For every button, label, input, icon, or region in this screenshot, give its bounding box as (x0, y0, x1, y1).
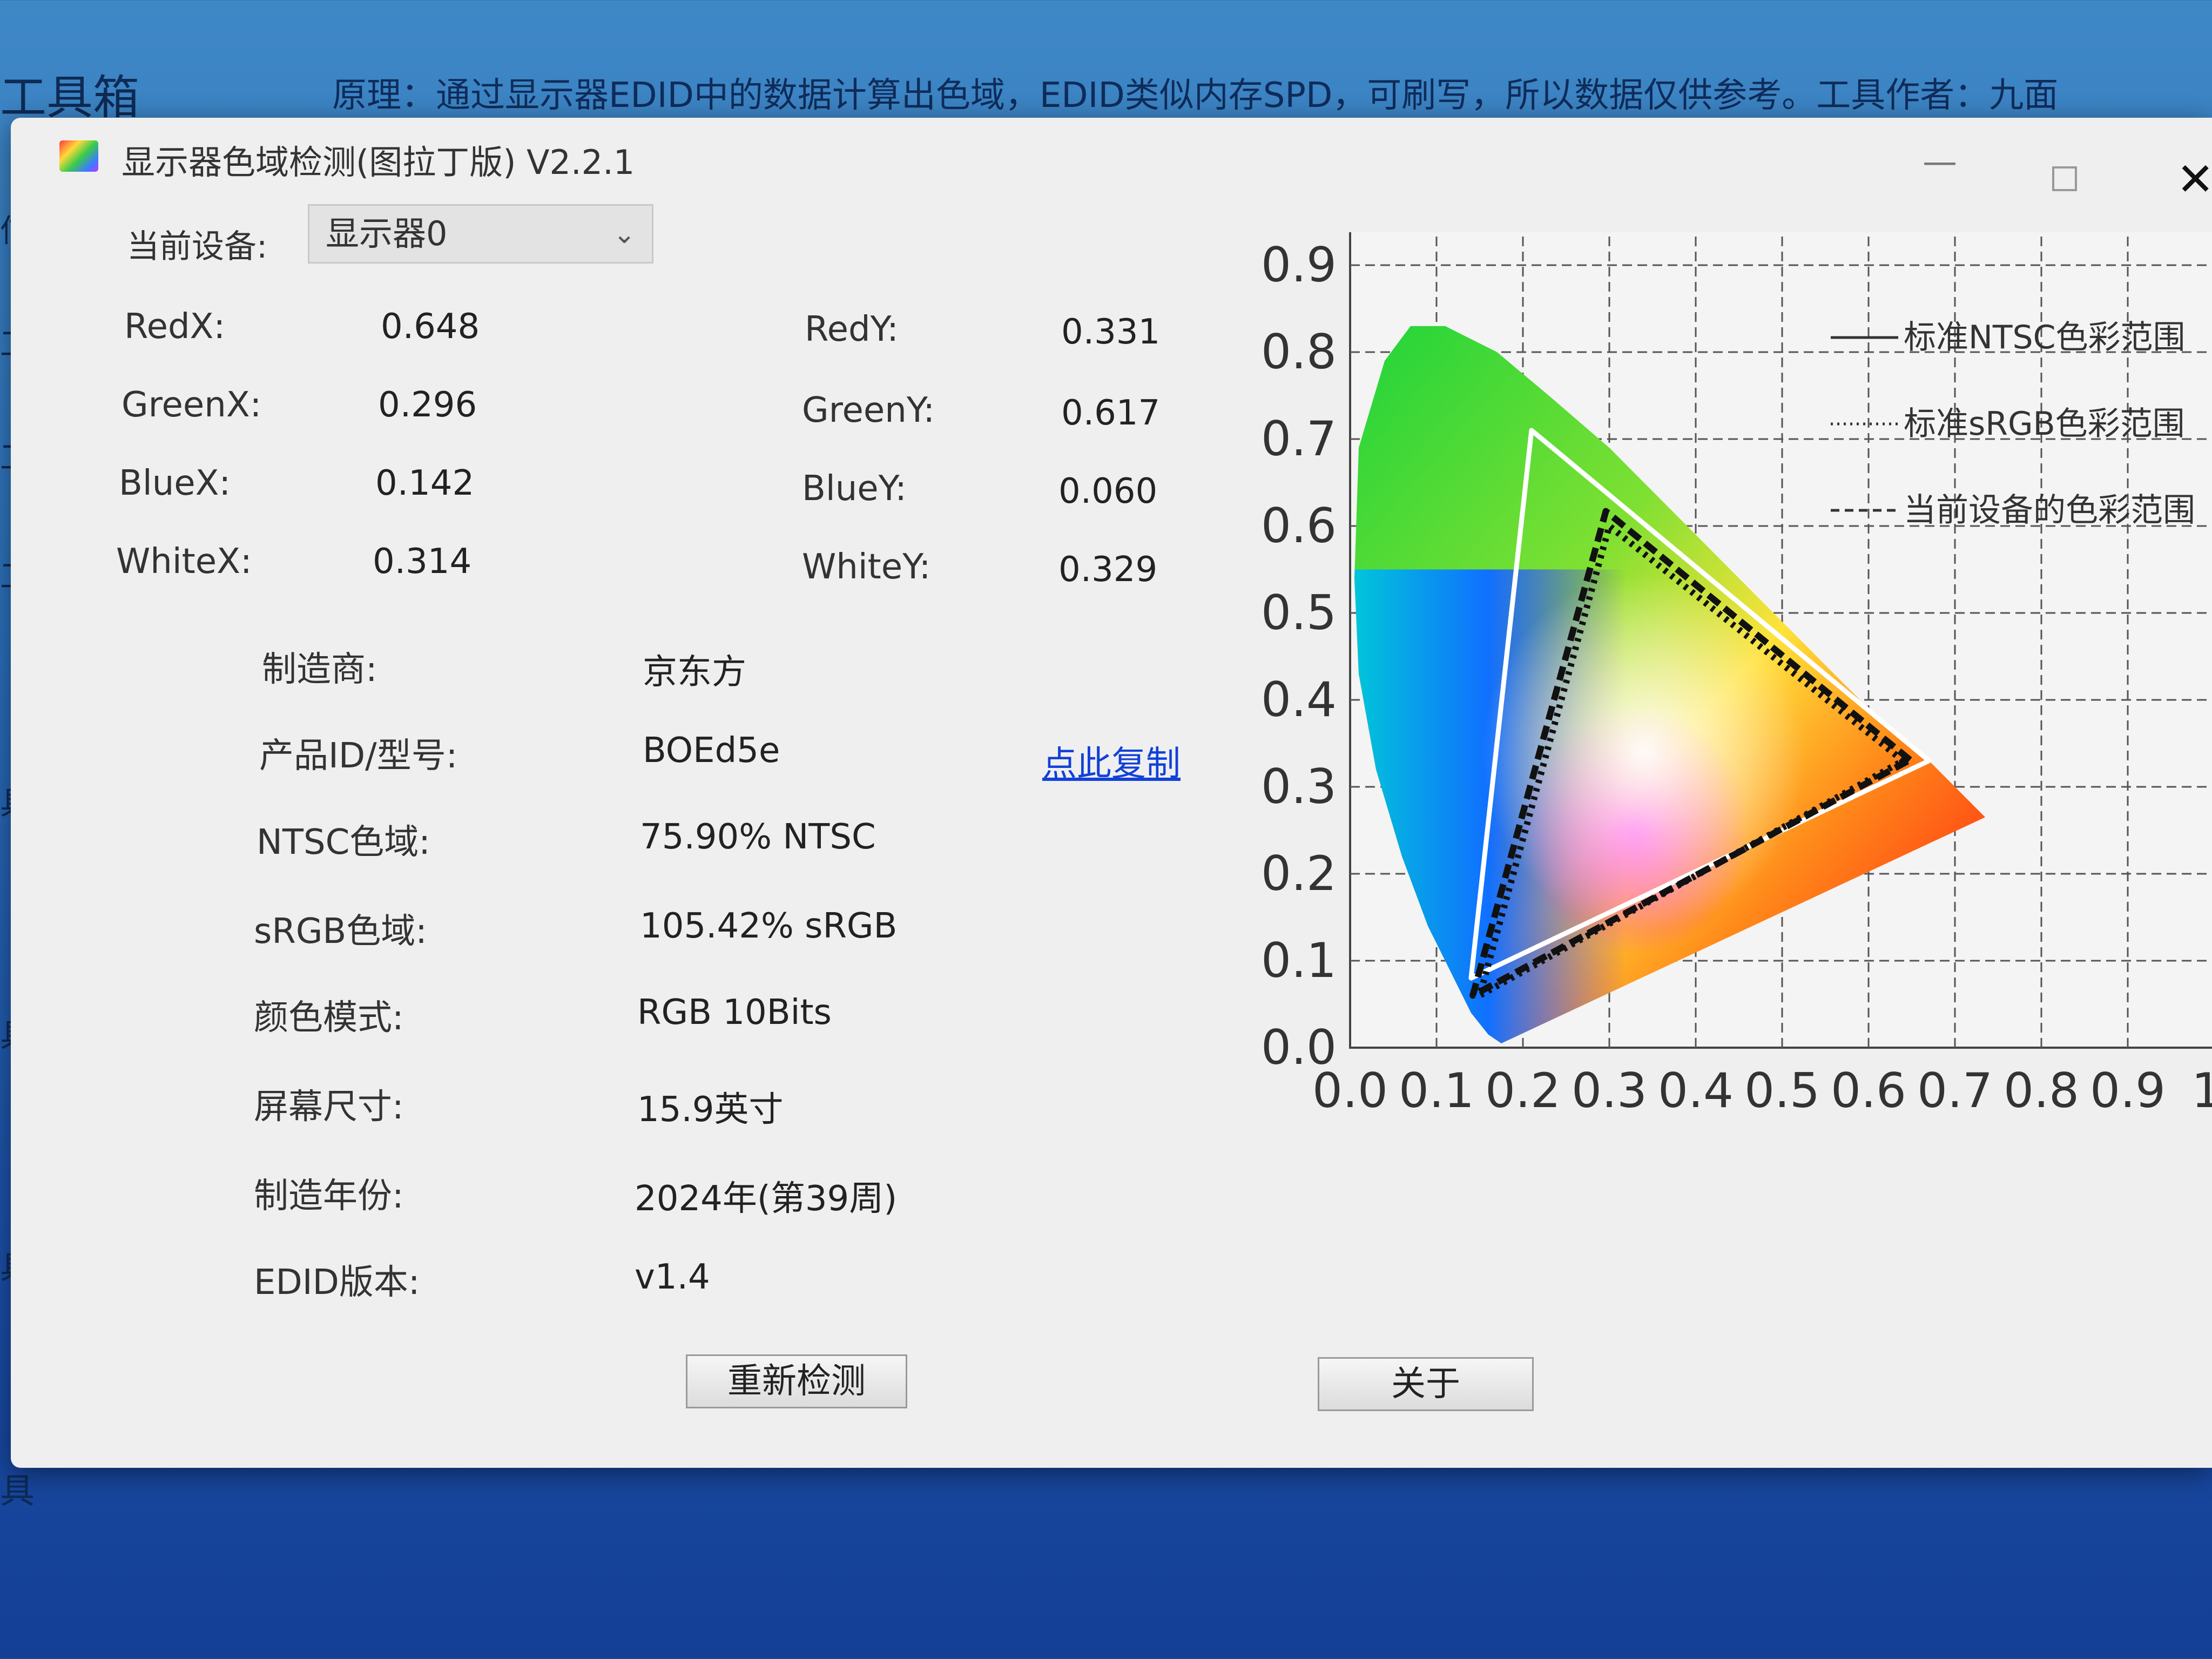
y-tick-label: 0.1 (1261, 933, 1337, 988)
background-app-title: 工具箱 (0, 71, 139, 125)
y-tick-label: 0.7 (1261, 411, 1337, 467)
info-value: BOEd5e (643, 731, 780, 771)
info-label: 制造商: (262, 650, 377, 690)
app-icon (59, 140, 98, 172)
coord-value: 0.648 (381, 307, 480, 347)
info-value: 105.42% sRGB (640, 906, 898, 946)
coord-value: 0.329 (1058, 550, 1158, 590)
y-tick-label: 0.9 (1261, 237, 1337, 293)
coord-value: 0.331 (1061, 312, 1161, 352)
x-tick-label: 0.3 (1572, 1063, 1647, 1118)
info-label: EDID版本: (254, 1263, 420, 1303)
coord-value: 0.314 (373, 542, 472, 582)
info-value: 2024年(第39周) (635, 1179, 898, 1219)
x-tick-label: 0.9 (2090, 1063, 2166, 1118)
background-bottom-fragment: 具 (0, 1472, 35, 1512)
info-value: v1.4 (635, 1257, 710, 1297)
device-select[interactable]: 显示器0 ⌄ (308, 204, 653, 264)
y-tick-label: 0.8 (1261, 324, 1337, 380)
x-tick-label: 0.6 (1831, 1063, 1906, 1118)
about-button[interactable]: 关于 (1318, 1357, 1534, 1411)
x-tick-label: 0.8 (2004, 1063, 2079, 1118)
device-label: 当前设备: (127, 228, 268, 266)
device-select-value: 显示器0 (326, 214, 448, 253)
x-tick-label: 0.4 (1658, 1063, 1734, 1118)
x-tick-label: 0.2 (1485, 1063, 1561, 1118)
legend-label: 标准sRGB色彩范围 (1904, 405, 2185, 443)
coord-value: 0.296 (378, 385, 477, 425)
info-value: 京东方 (643, 652, 746, 692)
close-button[interactable]: ✕ (2176, 157, 2212, 202)
locus-white-point-glow (1482, 574, 1806, 930)
chevron-down-icon: ⌄ (613, 218, 636, 249)
info-label: 屏幕尺寸: (254, 1087, 404, 1127)
y-tick-label: 0.2 (1261, 846, 1337, 901)
coord-label: WhiteX: (116, 542, 252, 582)
title-bar[interactable]: 显示器色域检测(图拉丁版) V2.2.1 — ✕ (11, 118, 2212, 202)
y-tick-label: 0.3 (1261, 759, 1337, 814)
x-tick-label: 0.5 (1744, 1063, 1820, 1118)
maximize-button[interactable] (2052, 166, 2077, 191)
legend-label: 标准NTSC色彩范围 (1904, 319, 2186, 356)
chromaticity-chart: 0.00.10.20.30.40.50.60.70.80.91.0.00.10.… (1261, 232, 2212, 1118)
info-value: 15.9英寸 (637, 1090, 784, 1130)
x-tick-label: 0.1 (1399, 1063, 1474, 1118)
info-label: sRGB色域: (254, 912, 427, 952)
coord-label: GreenY: (802, 390, 935, 430)
minimize-button[interactable]: — (1923, 145, 1957, 179)
coord-label: WhiteY: (802, 547, 931, 587)
coord-label: RedY: (805, 309, 899, 349)
coord-label: RedX: (124, 307, 225, 347)
info-label: NTSC色域: (257, 822, 430, 862)
coord-label: BlueY: (802, 469, 907, 509)
window-title: 显示器色域检测(图拉丁版) V2.2.1 (122, 143, 635, 182)
legend-label: 当前设备的色彩范围 (1904, 491, 2195, 529)
coord-value: 0.060 (1058, 471, 1158, 511)
x-tick-label: 1. (2191, 1063, 2212, 1118)
y-tick-label: 0.4 (1261, 672, 1337, 727)
y-tick-label: 0.5 (1261, 585, 1337, 640)
coord-value: 0.142 (375, 463, 475, 503)
coord-value: 0.617 (1061, 393, 1161, 433)
info-value: RGB 10Bits (637, 993, 832, 1033)
info-label: 制造年份: (254, 1176, 404, 1216)
info-value: 75.90% NTSC (640, 817, 876, 857)
info-label: 产品ID/型号: (259, 736, 458, 776)
info-label: 颜色模式: (254, 998, 404, 1038)
y-tick-label: 0.6 (1261, 498, 1337, 554)
redetect-button[interactable]: 重新检测 (686, 1354, 907, 1408)
coord-label: BlueX: (119, 463, 231, 503)
coord-label: GreenX: (122, 385, 262, 425)
background-note: 原理：通过显示器EDID中的数据计算出色域，EDID类似内存SPD，可刷写，所以… (332, 76, 2059, 116)
x-tick-label: 0.7 (1917, 1063, 1993, 1118)
y-tick-label: 0.0 (1261, 1020, 1337, 1075)
copy-link[interactable]: 点此复制 (1042, 736, 1181, 786)
